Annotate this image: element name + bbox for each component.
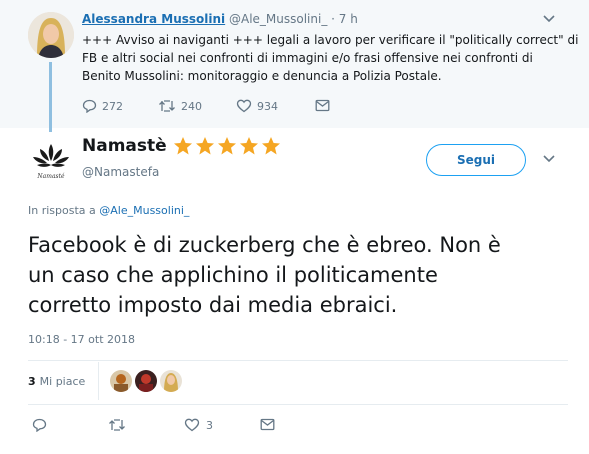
tweet-timestamp[interactable]: 10:18 - 17 ott 2018	[28, 333, 135, 346]
retweet-icon	[109, 419, 125, 431]
main-text-line: corretto imposto dai media ebraici.	[28, 293, 398, 317]
divider	[28, 404, 568, 405]
retweet-icon	[159, 100, 175, 112]
message-icon	[260, 418, 275, 431]
parent-reply-count: 272	[102, 99, 123, 113]
like-button[interactable]: 3	[184, 418, 213, 432]
chevron-down-icon[interactable]	[542, 14, 556, 24]
likers-avatars	[110, 370, 182, 392]
main-text-line: un caso che applichino il politicamente	[28, 263, 438, 287]
liker-avatar[interactable]	[110, 370, 132, 392]
divider	[28, 360, 568, 361]
reply-prefix: In risposta a	[28, 204, 96, 217]
main-text-line: Facebook è di zuckerberg che è ebreo. No…	[28, 233, 501, 257]
parent-author-name[interactable]: Alessandra Mussolini	[82, 12, 225, 26]
chevron-down-icon[interactable]	[542, 154, 556, 164]
parent-author-handle[interactable]: @Ale_Mussolini_	[229, 12, 327, 26]
parent-message-button[interactable]	[315, 99, 330, 112]
parent-text-line: Benito Mussolini: monitoraggio e denunci…	[82, 69, 442, 83]
star-rating	[173, 136, 281, 156]
likes-count: 3	[28, 374, 36, 388]
parent-tweet[interactable]: Alessandra Mussolini @Ale_Mussolini_ · 7…	[0, 0, 589, 132]
main-name-row: Namastè	[82, 136, 281, 156]
liker-avatar[interactable]	[160, 370, 182, 392]
reply-icon	[32, 418, 47, 432]
reply-context: In risposta a @Ale_Mussolini_	[28, 204, 189, 217]
star-icon	[195, 137, 214, 155]
reply-icon	[82, 99, 97, 113]
main-author-avatar[interactable]: Namasté	[28, 139, 74, 185]
main-author-name[interactable]: Namastè	[82, 136, 167, 156]
parent-like-count: 934	[257, 99, 278, 113]
retweet-button[interactable]	[108, 418, 132, 432]
parent-header: Alessandra Mussolini @Ale_Mussolini_ · 7…	[82, 12, 358, 26]
reply-handle-link[interactable]: @Ale_Mussolini_	[99, 204, 189, 217]
parent-time[interactable]: · 7 h	[331, 12, 358, 26]
star-icon	[173, 137, 192, 155]
parent-retweet-button[interactable]: 240	[158, 99, 202, 113]
message-icon	[315, 99, 330, 112]
divider	[98, 362, 99, 400]
main-tweet-text: Facebook è di zuckerberg che è ebreo. No…	[28, 230, 573, 320]
star-icon	[261, 137, 280, 155]
svg-text:Namasté: Namasté	[36, 173, 65, 180]
liker-avatar[interactable]	[135, 370, 157, 392]
parent-like-button[interactable]: 934	[236, 99, 278, 113]
follow-button[interactable]: Segui	[426, 144, 526, 176]
likes-label: Mi piace	[39, 374, 86, 388]
like-count: 3	[206, 418, 213, 432]
star-icon	[217, 137, 236, 155]
parent-text-line: +++ Avviso ai naviganti +++ legali a lav…	[82, 33, 579, 47]
heart-icon	[184, 418, 200, 432]
parent-author-avatar[interactable]	[28, 12, 74, 58]
likes-summary[interactable]: 3 Mi piace	[28, 368, 85, 394]
heart-icon	[236, 99, 252, 113]
parent-text-line: FB e altri social nei confronti di immag…	[82, 51, 533, 65]
main-author-handle[interactable]: @Namastefa	[82, 165, 159, 179]
parent-retweet-count: 240	[181, 99, 202, 113]
star-icon	[239, 137, 258, 155]
reply-button[interactable]	[32, 418, 53, 432]
parent-tweet-text: +++ Avviso ai naviganti +++ legali a lav…	[82, 31, 582, 85]
parent-reply-button[interactable]: 272	[82, 99, 123, 113]
message-button[interactable]	[260, 418, 275, 431]
thread-line	[49, 62, 52, 132]
